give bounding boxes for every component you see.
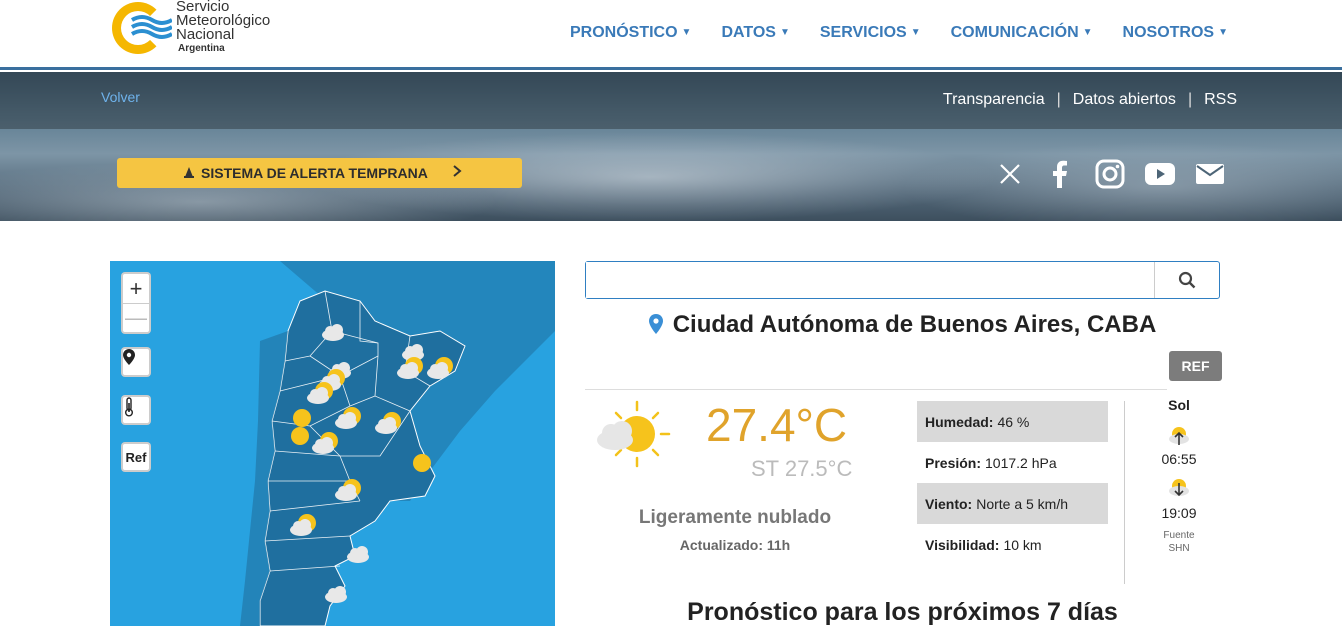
zoom-out-button[interactable]: — xyxy=(123,303,149,332)
caret-down-icon: ▼ xyxy=(1082,27,1093,39)
location-search xyxy=(585,261,1220,299)
zoom-control: + — xyxy=(121,272,151,334)
stat-label: Viento: xyxy=(925,495,973,512)
vertical-divider xyxy=(1124,401,1125,584)
social-links xyxy=(994,158,1226,190)
stat-label: Visibilidad: xyxy=(925,536,1000,553)
nav-pronostico[interactable]: PRONÓSTICO ▼ xyxy=(570,24,691,42)
search-button[interactable] xyxy=(1154,262,1219,298)
instagram-icon[interactable] xyxy=(1094,158,1126,190)
location-title: Ciudad Autónoma de Buenos Aires, CABA xyxy=(585,311,1220,341)
warning-cone-icon xyxy=(183,166,195,181)
logo-line3: Nacional xyxy=(176,26,235,43)
forecast-heading: Pronóstico para los próximos 7 días xyxy=(687,598,1118,626)
ref-button[interactable]: REF xyxy=(1169,351,1222,381)
map-weather-marker-icon xyxy=(293,409,311,427)
updated-time: Actualizado: 11h xyxy=(679,537,791,553)
zoom-in-button[interactable]: + xyxy=(123,274,149,303)
back-link[interactable]: Volver xyxy=(101,89,140,105)
map-weather-marker-icon xyxy=(312,432,338,454)
thermometer-icon xyxy=(125,397,133,417)
logo-waves-icon xyxy=(130,15,172,39)
divider xyxy=(585,389,1167,390)
caret-down-icon: ▼ xyxy=(1218,27,1228,39)
stat-wind: Viento: Norte a 5 km/h xyxy=(917,483,1108,524)
stat-humidity: Humedad: 46 % xyxy=(917,401,1108,442)
map-ref-button[interactable]: Ref xyxy=(121,442,151,472)
source-note: Fuente SHN xyxy=(1148,529,1210,555)
location-pin-icon xyxy=(648,313,663,341)
feels-like-temperature: ST 27.5°C xyxy=(751,456,853,481)
stat-value: 1017.2 hPa xyxy=(985,454,1057,471)
map-weather-marker-icon xyxy=(322,324,344,341)
map-weather-marker-icon xyxy=(335,407,361,429)
search-icon xyxy=(1178,271,1196,289)
map-weather-marker-icon xyxy=(290,514,316,536)
main-nav: PRONÓSTICO ▼ DATOS ▼ SERVICIOS ▼ COMUNICACI… xyxy=(570,24,1228,42)
nav-nosotros[interactable]: NOSOTROS ▼ xyxy=(1123,24,1228,42)
stat-value: 10 km xyxy=(1003,536,1042,553)
link-datos-abiertos[interactable]: Datos abiertos xyxy=(1073,91,1176,109)
map-weather-marker-icon xyxy=(335,479,361,501)
caret-down-icon: ▼ xyxy=(910,27,921,39)
sunrise-icon xyxy=(1148,419,1210,449)
sunrise-time: 06:55 xyxy=(1161,451,1197,467)
map-weather-markers xyxy=(290,324,453,603)
stat-visibility: Visibilidad: 10 km xyxy=(917,524,1108,565)
smn-logo[interactable]: Servicio Meteorológico Nacional Argentin… xyxy=(110,0,290,60)
weather-description: Ligeramente nublado xyxy=(638,507,832,528)
city-name: Ciudad Autónoma de Buenos Aires, CABA xyxy=(672,311,1157,338)
top-links: Transparencia | Datos abiertos | RSS xyxy=(943,91,1237,109)
sun-times: Sol 06:55 19:09 Fuente SHN xyxy=(1148,397,1210,555)
sunset-icon xyxy=(1148,473,1210,503)
map-weather-marker-icon xyxy=(347,546,369,563)
separator: | xyxy=(1056,91,1061,108)
current-temperature: 27.4°C xyxy=(706,399,848,451)
stat-value: Norte a 5 km/h xyxy=(976,495,1069,512)
source-label: Fuente xyxy=(1163,530,1195,541)
early-warning-button[interactable]: SISTEMA DE ALERTA TEMPRANA xyxy=(117,158,522,188)
source-value: SHN xyxy=(1168,543,1190,554)
early-warning-label: SISTEMA DE ALERTA TEMPRANA xyxy=(201,165,428,181)
nav-comunicacion[interactable]: COMUNICACIÓN ▼ xyxy=(951,24,1093,42)
facebook-icon[interactable] xyxy=(1044,158,1076,190)
chevron-right-icon xyxy=(452,164,462,183)
logo-subtitle: Argentina xyxy=(178,43,225,54)
map-weather-marker-icon xyxy=(397,357,423,379)
nav-servicios[interactable]: SERVICIOS ▼ xyxy=(820,24,921,42)
caret-down-icon: ▼ xyxy=(681,27,692,39)
map-weather-marker-icon xyxy=(325,586,347,603)
map-weather-marker-icon xyxy=(375,412,401,434)
location-button[interactable] xyxy=(121,347,151,377)
x-icon[interactable] xyxy=(994,158,1026,190)
site-header: Servicio Meteorológico Nacional Argentin… xyxy=(0,0,1342,70)
weather-map[interactable]: + — Ref xyxy=(110,261,555,626)
link-transparencia[interactable]: Transparencia xyxy=(943,91,1045,109)
logo-text: Servicio Meteorológico Nacional Argentin… xyxy=(176,0,270,56)
map-weather-marker-icon xyxy=(413,454,431,472)
weather-stats: Humedad: 46 % Presión: 1017.2 hPa Viento: N… xyxy=(917,401,1108,565)
map-weather-marker-icon xyxy=(307,382,333,404)
banner-topbar: Volver Transparencia | Datos abiertos | … xyxy=(0,72,1342,129)
temperature-layer-button[interactable] xyxy=(121,395,151,425)
caret-down-icon: ▼ xyxy=(779,27,790,39)
youtube-icon[interactable] xyxy=(1144,158,1176,190)
nav-datos[interactable]: DATOS ▼ xyxy=(721,24,789,42)
map-weather-marker-icon xyxy=(427,357,453,379)
mail-icon[interactable] xyxy=(1194,158,1226,190)
map-weather-marker-icon xyxy=(291,427,309,445)
partly-cloudy-icon xyxy=(597,400,671,468)
stat-label: Humedad: xyxy=(925,413,994,430)
hero-banner: Volver Transparencia | Datos abiertos | … xyxy=(0,72,1342,221)
stat-value: 46 % xyxy=(997,413,1030,430)
stat-pressure: Presión: 1017.2 hPa xyxy=(917,442,1108,483)
sun-title: Sol xyxy=(1168,397,1190,413)
link-rss[interactable]: RSS xyxy=(1204,91,1237,109)
separator: | xyxy=(1187,91,1193,108)
search-input[interactable] xyxy=(586,262,1154,298)
stat-label: Presión: xyxy=(925,454,982,471)
sunset-time: 19:09 xyxy=(1161,505,1197,521)
map-pin-icon xyxy=(123,349,135,365)
